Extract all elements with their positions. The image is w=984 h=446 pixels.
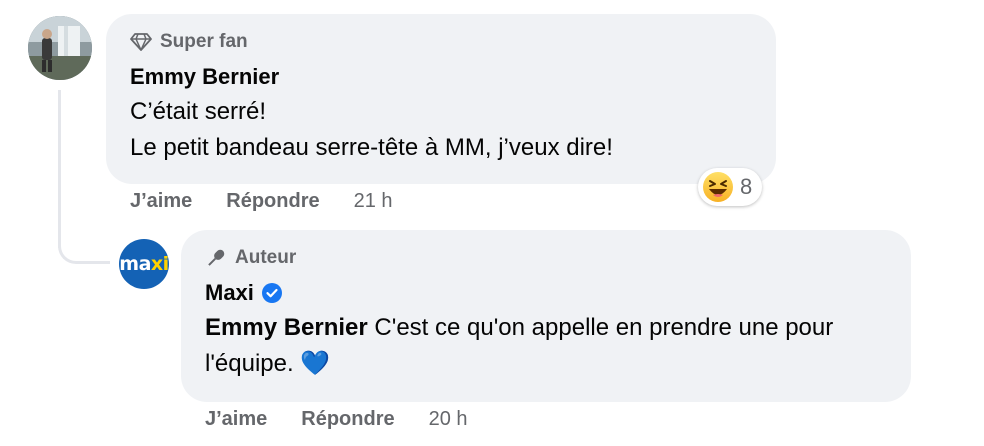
reply-button[interactable]: Répondre [226, 190, 319, 213]
like-button[interactable]: J’aime [130, 190, 192, 213]
reaction-count: 8 [740, 174, 753, 199]
reply-button[interactable]: Répondre [301, 408, 394, 431]
comment-bubble-emmy: Super fan Emmy Bernier C’était serré! Le… [106, 14, 776, 184]
comment-text: C’était serré! Le petit bandeau serre-tê… [130, 94, 752, 166]
comment-line: C’était serré! [130, 98, 267, 125]
like-button[interactable]: J’aime [205, 408, 267, 431]
badge-label: Auteur [235, 247, 297, 268]
comment-text: Emmy Bernier C'est ce qu'on appelle en p… [205, 310, 887, 382]
badge-label: Super fan [160, 31, 248, 52]
comment-actions: J’aime Répondre 20 h [205, 408, 468, 431]
microphone-icon [208, 249, 225, 266]
author-badge: Auteur [205, 244, 887, 272]
comment-actions: J’aime Répondre 21 h [130, 190, 393, 213]
laughing-emoji-icon [703, 172, 733, 202]
diamond-icon [130, 33, 152, 51]
author-name[interactable]: Emmy Bernier [130, 64, 279, 90]
reaction-summary[interactable]: 8 [698, 168, 763, 206]
comment-line: Le petit bandeau serre-tête à MM, j’veux… [130, 134, 613, 161]
comment-bubble-maxi: Auteur Maxi Emmy Bernier C'est ce qu'on … [181, 230, 911, 402]
avatar-maxi[interactable]: maxi [119, 239, 169, 289]
mention-emmy-bernier[interactable]: Emmy Bernier [205, 314, 368, 341]
maxi-logo: maxi [119, 253, 169, 275]
timestamp[interactable]: 21 h [354, 190, 393, 213]
profile-photo-waterfall [28, 16, 92, 80]
timestamp[interactable]: 20 h [429, 408, 468, 431]
comment-author[interactable]: Maxi [205, 280, 887, 306]
super-fan-badge: Super fan [130, 28, 752, 56]
thread-connector [58, 220, 110, 264]
blue-heart-emoji-icon: 💙 [300, 350, 331, 377]
avatar-emmy-bernier[interactable] [28, 16, 92, 80]
comment-author[interactable]: Emmy Bernier [130, 64, 752, 90]
verified-badge-icon [261, 283, 282, 303]
author-name[interactable]: Maxi [205, 280, 254, 306]
